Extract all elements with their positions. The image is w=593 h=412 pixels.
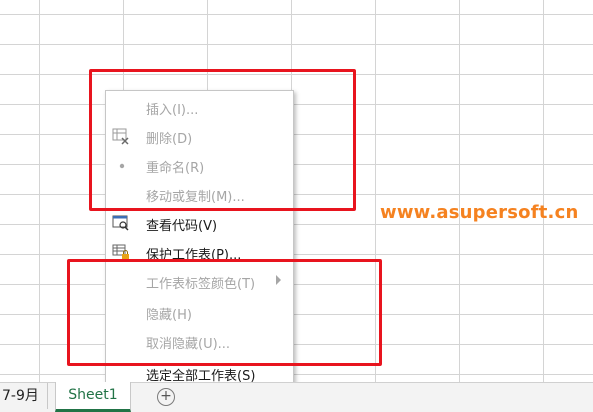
sheet-tab-previous[interactable]: 7-9月 [0, 383, 48, 409]
highlight-box-top [89, 69, 356, 211]
add-sheet-icon[interactable]: + [157, 388, 175, 406]
menu-item-view-code[interactable]: 查看代码(V) [106, 209, 293, 237]
sheet-tab-bar: 7-9月 Sheet1 + [0, 382, 593, 412]
view-code-icon [112, 214, 130, 232]
watermark-text: www.asupersoft.cn [380, 202, 579, 223]
sheet-tab-active[interactable]: Sheet1 [55, 382, 131, 412]
highlight-box-bottom [67, 259, 382, 366]
menu-item-label: 查看代码(V) [146, 219, 218, 234]
